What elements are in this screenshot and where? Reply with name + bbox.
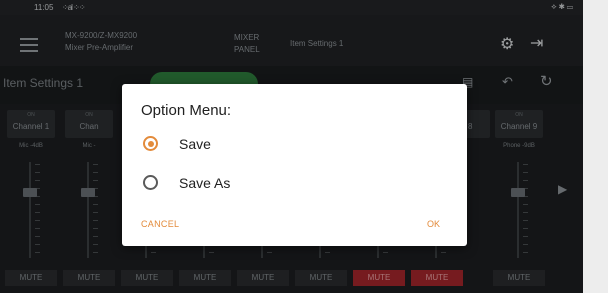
radio-selected-icon[interactable] xyxy=(143,136,158,151)
dialog-title: Option Menu: xyxy=(141,102,232,119)
option-label: Save As xyxy=(179,175,231,191)
ok-button[interactable]: OK xyxy=(427,219,440,229)
option-save-as[interactable]: Save As xyxy=(139,172,339,194)
radio-unselected-icon[interactable] xyxy=(143,175,158,190)
option-label: Save xyxy=(179,136,211,152)
cancel-button[interactable]: CANCEL xyxy=(141,219,179,229)
option-save[interactable]: Save xyxy=(139,133,339,155)
mixer-app-screen: 11:05 ⁘al ⁘⁘ ⟡ ✱ ▭ MX-9200/Z-MX9200 Mixe… xyxy=(0,0,583,293)
option-menu-dialog: Option Menu: Save Save As CANCEL OK xyxy=(122,84,467,246)
side-margin xyxy=(583,0,608,293)
